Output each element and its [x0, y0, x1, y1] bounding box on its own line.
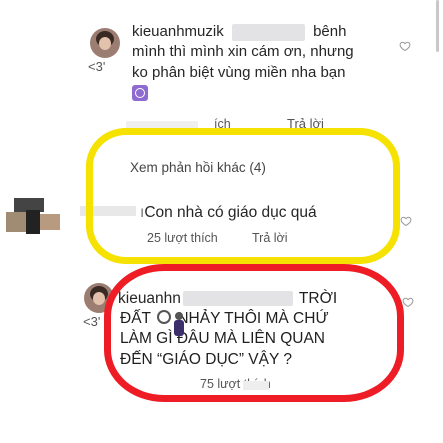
- blurred-text: [243, 381, 269, 390]
- reply-button[interactable]: Trả lời: [287, 116, 324, 131]
- comment-3-line-3: LÀM GÌ ĐÂU MÀ LIÊN QUAN: [120, 330, 325, 347]
- comment-1-username[interactable]: kieuanhmuzik: [132, 23, 224, 40]
- comment-3-line-2: ĐẤT NHẢY THÔI MÀ CHỨ: [120, 310, 329, 327]
- heart-icon[interactable]: [402, 296, 414, 308]
- comment-2-likes[interactable]: 25 lượt thích: [147, 231, 218, 245]
- comment-2-text: ıCon nhà có giáo dục quá: [140, 204, 317, 221]
- emoji-icon: [157, 310, 172, 324]
- comment-3-line-4: ĐẾN “GIÁO DỤC” VẬY ?: [120, 351, 292, 368]
- comment-1-line-3: ko phân biệt vùng miền nha bạn: [132, 64, 346, 81]
- view-more-replies[interactable]: Xem phản hồi khác (4): [130, 160, 266, 175]
- comment-1-partial-meta: ích: [126, 117, 271, 134]
- comment-1-line-2: mình thì mình xin cám ơn, nhưng: [132, 43, 354, 60]
- yellow-highlight: [86, 128, 400, 264]
- comment-1-text-tail: bênh: [313, 23, 347, 40]
- heart-icon[interactable]: [399, 40, 411, 52]
- avatar[interactable]: [84, 283, 114, 313]
- scrollbar[interactable]: [436, 0, 439, 52]
- blurred-text: [182, 291, 293, 307]
- scared-emoji-icon: <3': [83, 314, 101, 329]
- blurred-avatar[interactable]: [6, 196, 64, 242]
- comment-3-username[interactable]: kieuanhn: [118, 290, 181, 307]
- blurred-text: [231, 23, 305, 41]
- comment-3-line-1: kieuanhn TRỜI: [118, 290, 338, 307]
- comment-1-line-1: kieuanhmuzik bênh: [132, 22, 346, 41]
- avatar[interactable]: [90, 28, 120, 58]
- reply-button[interactable]: Trả lời: [252, 231, 288, 245]
- scared-emoji-icon: <3': [88, 59, 106, 74]
- blurred-text: [126, 121, 198, 131]
- blurred-username: [80, 206, 136, 216]
- emoji-icon: [132, 85, 148, 101]
- person-sticker: [172, 312, 186, 336]
- heart-icon[interactable]: [400, 215, 412, 227]
